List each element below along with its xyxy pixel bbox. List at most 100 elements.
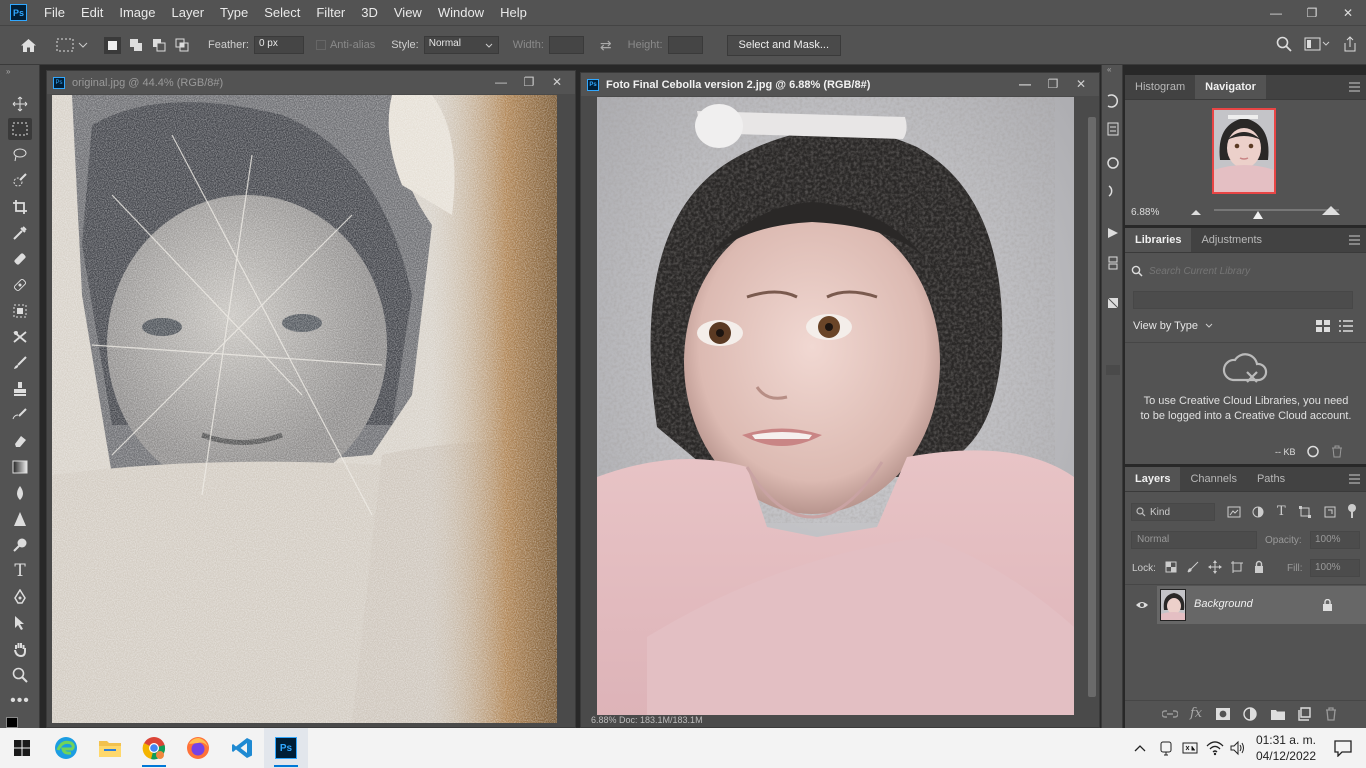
blend-mode-select[interactable]: Normal xyxy=(1131,531,1257,549)
history-brush-tool-icon[interactable] xyxy=(8,404,32,426)
menu-edit[interactable]: Edit xyxy=(73,0,111,25)
panel-menu-icon[interactable] xyxy=(1349,81,1360,93)
tab-adjustments[interactable]: Adjustments xyxy=(1191,228,1272,252)
show-hidden-icons-chevron-icon[interactable] xyxy=(1134,743,1146,753)
lock-position-icon[interactable] xyxy=(1208,560,1222,574)
original-photo-canvas[interactable] xyxy=(52,95,557,723)
grid-view-icon[interactable] xyxy=(1315,319,1331,333)
select-and-mask-button[interactable]: Select and Mask... xyxy=(726,34,842,56)
lock-image-pixels-icon[interactable] xyxy=(1187,561,1199,573)
document-window-original[interactable]: Ps original.jpg @ 44.4% (RGB/8#) — ❐ ✕ xyxy=(46,70,576,728)
link-layers-icon[interactable] xyxy=(1162,709,1178,719)
navigator-thumbnail[interactable] xyxy=(1212,108,1276,194)
object-selection-icon[interactable] xyxy=(8,300,32,322)
path-selection-tool-icon[interactable] xyxy=(8,612,32,634)
height-input[interactable] xyxy=(667,36,703,54)
blur-tool-icon[interactable] xyxy=(8,482,32,504)
color-swatches-icon[interactable] xyxy=(6,717,30,728)
layer-style-icon[interactable]: fx xyxy=(1190,706,1202,721)
antialias-checkbox[interactable] xyxy=(315,40,326,50)
navigator-zoom-value[interactable]: 6.88% xyxy=(1131,207,1159,218)
new-selection-icon[interactable] xyxy=(104,36,121,54)
menu-3d[interactable]: 3D xyxy=(353,0,386,25)
scrollbar-thumb[interactable] xyxy=(1088,117,1096,697)
menu-type[interactable]: Type xyxy=(212,0,256,25)
language-icon[interactable] xyxy=(1182,740,1198,756)
restored-photo-canvas[interactable] xyxy=(597,97,1074,719)
collapse-icon[interactable]: « xyxy=(1107,65,1111,74)
type-tool-icon[interactable]: T xyxy=(8,560,32,582)
add-selection-icon[interactable] xyxy=(127,37,144,54)
swatches-panel-icon[interactable] xyxy=(1105,255,1121,271)
minimize-document-button[interactable]: — xyxy=(487,71,515,93)
zoom-in-icon[interactable] xyxy=(1322,206,1340,215)
eraser-tool-icon[interactable] xyxy=(8,430,32,452)
eyedropper-tool-icon[interactable] xyxy=(8,222,32,244)
filter-pixel-icon[interactable] xyxy=(1227,506,1241,518)
taskbar-file-explorer[interactable] xyxy=(88,728,132,768)
marquee-preset-picker[interactable] xyxy=(56,38,88,52)
filter-adjustment-icon[interactable] xyxy=(1252,506,1264,518)
tab-histogram[interactable]: Histogram xyxy=(1125,75,1195,99)
tab-layers[interactable]: Layers xyxy=(1125,467,1181,491)
history-panel-icon[interactable] xyxy=(1105,93,1121,109)
rectangular-marquee-tool-icon[interactable] xyxy=(8,118,32,140)
tab-libraries[interactable]: Libraries xyxy=(1125,228,1192,252)
adjustment-layer-icon[interactable] xyxy=(1243,707,1257,721)
wifi-icon[interactable] xyxy=(1206,740,1224,756)
final-vertical-scrollbar[interactable] xyxy=(1085,97,1099,719)
tab-channels[interactable]: Channels xyxy=(1180,467,1246,491)
close-document-button[interactable]: ✕ xyxy=(543,71,571,93)
menu-file[interactable]: File xyxy=(36,0,73,25)
layer-row[interactable]: Background xyxy=(1125,586,1366,624)
feather-input[interactable]: 0 px xyxy=(253,36,304,54)
brush-healing-icon[interactable] xyxy=(8,274,32,296)
panel-menu-icon[interactable] xyxy=(1349,473,1360,485)
spot-healing-tool-icon[interactable] xyxy=(8,248,32,270)
eye-icon[interactable] xyxy=(1135,600,1149,610)
menu-image[interactable]: Image xyxy=(111,0,163,25)
crop-tool-icon[interactable] xyxy=(8,196,32,218)
new-group-icon[interactable] xyxy=(1271,708,1285,720)
workspace-icon[interactable] xyxy=(1304,36,1330,52)
minimize-app-button[interactable]: — xyxy=(1258,0,1294,25)
filter-smart-object-icon[interactable] xyxy=(1324,506,1336,518)
subtract-selection-icon[interactable] xyxy=(150,37,167,54)
library-select[interactable] xyxy=(1133,291,1353,309)
search-icon[interactable] xyxy=(1276,36,1292,52)
zoom-tool-icon[interactable] xyxy=(8,664,32,686)
menu-filter[interactable]: Filter xyxy=(308,0,353,25)
delete-layer-icon[interactable] xyxy=(1325,707,1337,721)
restore-app-button[interactable]: ❐ xyxy=(1294,0,1330,25)
list-view-icon[interactable] xyxy=(1338,319,1354,333)
lock-all-icon[interactable] xyxy=(1253,560,1265,573)
lasso-tool-icon[interactable] xyxy=(8,144,32,166)
swap-icon[interactable]: ⇄ xyxy=(600,37,612,54)
tab-paths[interactable]: Paths xyxy=(1247,467,1295,491)
filter-type-icon[interactable]: T xyxy=(1277,504,1286,519)
document-tab-original[interactable]: Ps original.jpg @ 44.4% (RGB/8#) — ❐ ✕ xyxy=(47,71,575,94)
maximize-document-button[interactable]: ❐ xyxy=(1039,73,1067,95)
start-button[interactable] xyxy=(0,728,44,768)
filter-toggle-icon[interactable] xyxy=(1347,503,1357,519)
menu-layer[interactable]: Layer xyxy=(164,0,213,25)
lock-artboard-icon[interactable] xyxy=(1231,561,1243,573)
collapse-icon[interactable]: » xyxy=(6,67,10,76)
library-search-input[interactable] xyxy=(1149,265,1349,277)
taskbar-photoshop[interactable]: Ps xyxy=(264,728,308,768)
sharpen-tool-icon[interactable] xyxy=(8,508,32,530)
fill-input[interactable]: 100% xyxy=(1310,559,1360,577)
taskbar-chrome[interactable] xyxy=(132,728,176,768)
document-window-final[interactable]: Ps Foto Final Cebolla version 2.jpg @ 6.… xyxy=(580,72,1100,728)
more-tools-icon[interactable]: ••• xyxy=(8,690,32,712)
trash-icon[interactable] xyxy=(1331,445,1343,458)
tab-navigator[interactable]: Navigator xyxy=(1195,75,1266,99)
layer-name[interactable]: Background xyxy=(1194,598,1253,610)
add-mask-icon[interactable] xyxy=(1216,708,1230,720)
menu-view[interactable]: View xyxy=(386,0,430,25)
view-by-type-dropdown[interactable]: View by Type xyxy=(1133,320,1198,332)
taskbar-edge[interactable] xyxy=(44,728,88,768)
opacity-input[interactable]: 100% xyxy=(1310,531,1360,549)
dodge-tool-icon[interactable] xyxy=(8,534,32,556)
intersect-selection-icon[interactable] xyxy=(173,37,190,54)
